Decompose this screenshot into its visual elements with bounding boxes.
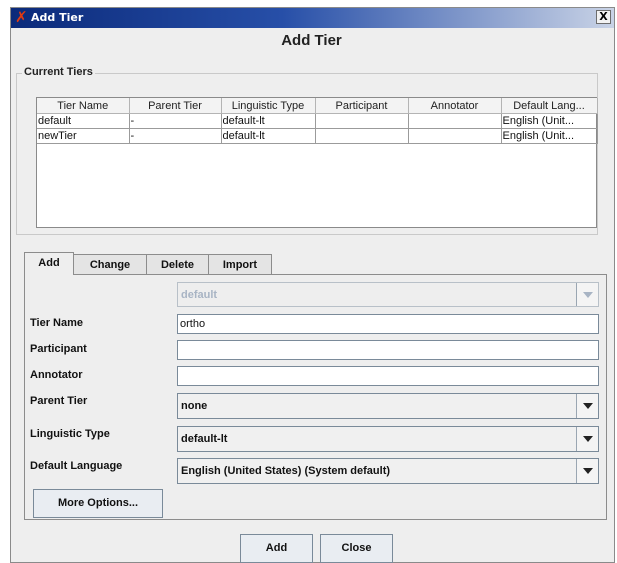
- cell-annotator: [408, 128, 502, 144]
- current-tiers-table: Tier Name Parent Tier Linguistic Type Pa…: [36, 97, 598, 228]
- tab-delete[interactable]: Delete: [146, 254, 209, 275]
- column-header-parent-tier[interactable]: Parent Tier: [129, 98, 222, 114]
- cell-annotator: [408, 113, 502, 129]
- cell-linguistic-type: default-lt: [221, 128, 316, 144]
- close-window-button[interactable]: X: [596, 10, 611, 24]
- table-row[interactable]: default - default-lt English (Unit...: [37, 113, 598, 129]
- table-header-row: Tier Name Parent Tier Linguistic Type Pa…: [37, 98, 598, 114]
- add-button[interactable]: Add: [240, 534, 313, 563]
- cell-tier-name: newTier: [37, 128, 130, 144]
- parent-tier-label: Parent Tier: [30, 395, 88, 407]
- close-button[interactable]: Close: [320, 534, 393, 563]
- annotator-field[interactable]: [177, 366, 599, 386]
- dialog-heading: Add Tier: [281, 32, 342, 49]
- annotator-label: Annotator: [30, 369, 83, 381]
- parent-tier-value: none: [181, 400, 208, 412]
- column-header-annotator[interactable]: Annotator: [408, 98, 502, 114]
- cell-parent-tier: -: [129, 128, 222, 144]
- cell-tier-name: default: [37, 113, 130, 129]
- column-header-participant[interactable]: Participant: [315, 98, 409, 114]
- linguistic-type-select[interactable]: default-lt: [177, 426, 599, 452]
- chevron-down-icon: [576, 283, 598, 306]
- tier-name-field[interactable]: ortho: [177, 314, 599, 334]
- more-options-button[interactable]: More Options...: [33, 489, 163, 518]
- column-header-linguistic-type[interactable]: Linguistic Type: [221, 98, 316, 114]
- title-bar[interactable]: ✗ Add Tier X: [11, 8, 614, 28]
- default-language-value: English (United States) (System default): [181, 465, 391, 477]
- chevron-down-icon[interactable]: [576, 427, 598, 451]
- participant-label: Participant: [30, 343, 87, 355]
- table-row[interactable]: newTier - default-lt English (Unit...: [37, 128, 598, 144]
- cell-default-language: English (Unit...: [501, 128, 598, 144]
- tier-name-label: Tier Name: [30, 317, 83, 329]
- parent-tier-select[interactable]: none: [177, 393, 599, 419]
- cell-participant: [315, 113, 409, 129]
- tier-select-value: default: [181, 289, 218, 301]
- current-tiers-label: Current Tiers: [22, 66, 95, 78]
- window-title: Add Tier: [31, 11, 84, 24]
- linguistic-type-label: Linguistic Type: [30, 428, 110, 440]
- cell-linguistic-type: default-lt: [221, 113, 316, 129]
- tab-change[interactable]: Change: [73, 254, 147, 275]
- app-logo-icon: ✗: [15, 8, 28, 26]
- participant-field[interactable]: [177, 340, 599, 360]
- tab-add[interactable]: Add: [24, 252, 74, 275]
- cell-participant: [315, 128, 409, 144]
- cell-default-language: English (Unit...: [501, 113, 598, 129]
- tab-import[interactable]: Import: [208, 254, 272, 275]
- chevron-down-icon[interactable]: [576, 394, 598, 418]
- column-header-default-language[interactable]: Default Lang...: [501, 98, 598, 114]
- cell-parent-tier: -: [129, 113, 222, 129]
- column-header-tier-name[interactable]: Tier Name: [37, 98, 130, 114]
- linguistic-type-value: default-lt: [181, 433, 228, 445]
- default-language-label: Default Language: [30, 460, 123, 472]
- tier-select: default: [177, 282, 599, 307]
- default-language-select[interactable]: English (United States) (System default): [177, 458, 599, 484]
- chevron-down-icon[interactable]: [576, 459, 598, 483]
